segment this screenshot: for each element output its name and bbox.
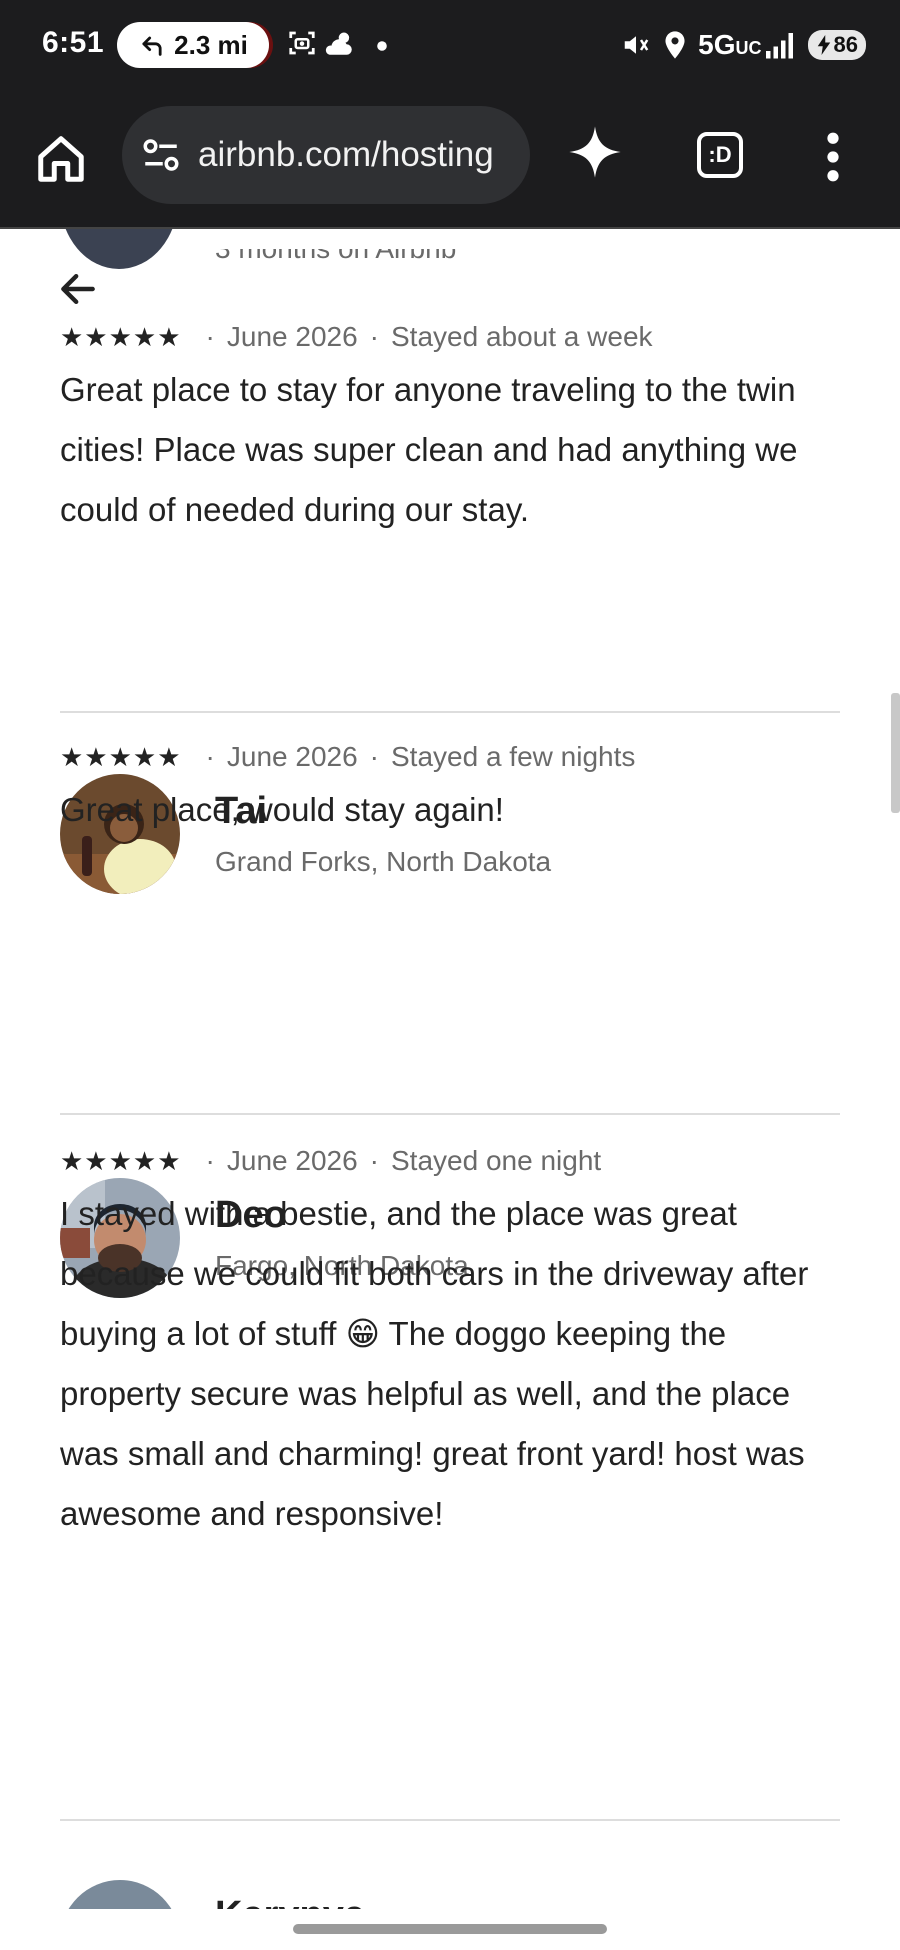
reviews-panel: 3 months on Airbnb ★★★★★ · June 2026 · S… [0, 229, 900, 1909]
reviewer-tenure: 3 months on Airbnb [215, 249, 456, 271]
review-text: Great place, would stay again! [60, 791, 504, 828]
navigation-chip[interactable]: 2.3 mi [117, 22, 269, 68]
charging-bolt-icon [817, 35, 830, 55]
screenshot-icon [289, 31, 315, 55]
reviewer-location: Grand Forks, North Dakota [215, 846, 552, 877]
location-icon [665, 31, 685, 59]
browser-toolbar: airbnb.com/hosting :D [0, 90, 900, 229]
tab-switcher-icon[interactable]: :D [697, 132, 743, 178]
divider [60, 711, 840, 713]
stay-length: Stayed one night [391, 1145, 602, 1176]
status-bar: 6:51 2.3 mi 5GUC 86 [0, 0, 900, 90]
review-date: June 2026 [226, 1145, 358, 1176]
home-icon[interactable] [34, 132, 88, 186]
address-bar[interactable]: airbnb.com/hosting [122, 106, 530, 204]
notification-dot-icon [377, 41, 387, 51]
stay-length: Stayed a few nights [391, 741, 636, 772]
battery-indicator: 86 [807, 30, 866, 60]
nav-distance: 2.3 mi [174, 29, 248, 60]
url-text: airbnb.com/hosting [198, 135, 494, 174]
rating-stars: ★★★★★ [60, 741, 182, 772]
sparkle-icon[interactable] [567, 124, 623, 180]
scrollbar-thumb[interactable] [891, 693, 900, 813]
arrow-left-icon[interactable] [56, 267, 100, 311]
stay-length: Stayed about a week [391, 321, 653, 352]
weather-icon [325, 32, 352, 55]
divider [60, 1819, 840, 1821]
rating-stars: ★★★★★ [60, 321, 182, 352]
mute-icon [624, 36, 649, 54]
review-date: June 2026 [226, 741, 358, 772]
turn-left-icon [142, 36, 162, 56]
reviewer-name: Karynya [215, 1894, 365, 1909]
reviewer-avatar [60, 1880, 180, 1909]
kebab-menu-icon[interactable] [826, 132, 840, 182]
review-meta: ★★★★★ · June 2026 · Stayed one night [60, 1145, 602, 1176]
review-date: June 2026 [226, 321, 358, 352]
review-text: I stayed with a bestie, and the place wa… [60, 1195, 809, 1532]
divider [60, 1113, 840, 1115]
review-text: Great place to stay for anyone traveling… [60, 371, 798, 528]
signal-bars-icon [765, 33, 793, 59]
clock: 6:51 [42, 26, 105, 59]
gesture-home-bar[interactable] [293, 1924, 607, 1934]
review-meta: ★★★★★ · June 2026 · Stayed about a week [60, 321, 653, 352]
rating-stars: ★★★★★ [60, 1145, 182, 1176]
network-type: 5GUC [698, 29, 762, 60]
tune-icon[interactable] [140, 134, 182, 176]
review-meta: ★★★★★ · June 2026 · Stayed a few nights [60, 741, 636, 772]
